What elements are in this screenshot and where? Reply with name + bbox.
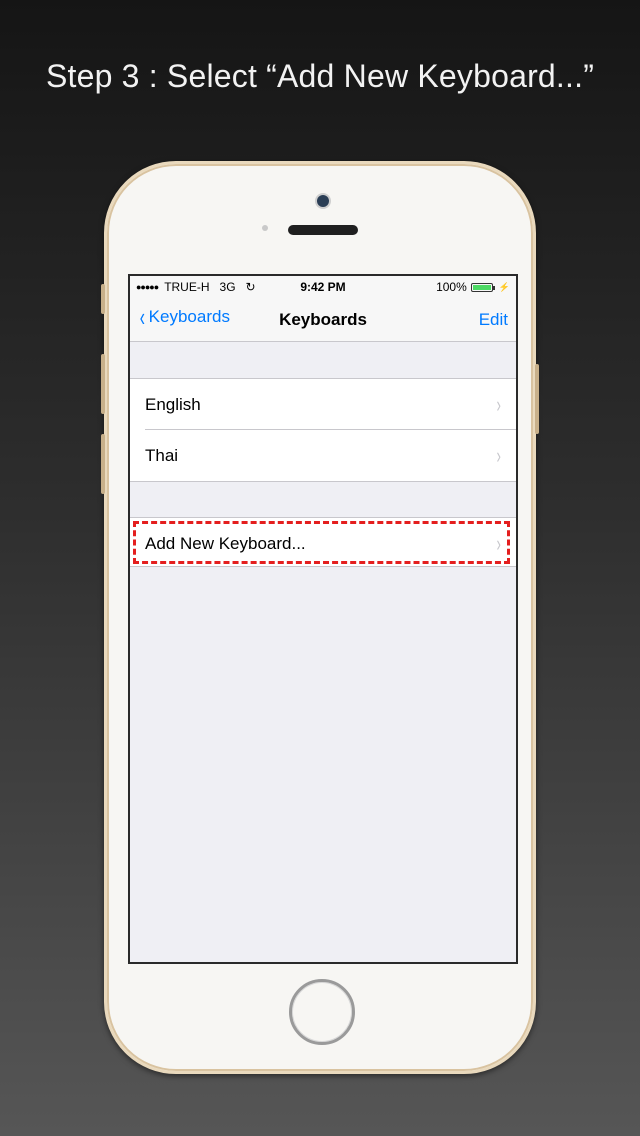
battery-percent: 100% [436,280,467,294]
list-item-thai[interactable]: Thai › [130,430,516,481]
volume-down-button [101,434,105,494]
list-item-english[interactable]: English › [130,379,516,430]
proximity-sensor [262,225,268,231]
phone-frame: ●●●●● TRUE-H 3G ↻ 9:42 PM 100% ⚡ ‹ Keybo… [101,161,539,1074]
chevron-right-icon: › [496,531,501,556]
navigation-bar: ‹ Keyboards Keyboards Edit [130,298,516,342]
charging-icon: ⚡ [498,281,510,292]
earpiece-speaker [288,225,358,235]
keyboard-label: English [145,395,201,414]
add-keyboard-group: Add New Keyboard... › [130,517,516,567]
chevron-right-icon: › [496,443,501,468]
step-headline: Step 3 : Select “Add New Keyboard...” [45,58,595,94]
volume-up-button [101,354,105,414]
chevron-right-icon: › [496,392,501,417]
home-button[interactable] [289,979,355,1045]
add-new-keyboard-label: Add New Keyboard... [145,534,306,553]
edit-button[interactable]: Edit [479,310,508,330]
power-button [535,364,539,434]
page-title: Keyboards [279,310,367,329]
battery-icon [470,282,495,292]
keyboards-list: English › Thai › [130,378,516,482]
phone-screen: ●●●●● TRUE-H 3G ↻ 9:42 PM 100% ⚡ ‹ Keybo… [128,274,518,964]
status-bar: ●●●●● TRUE-H 3G ↻ 9:42 PM 100% ⚡ [130,276,516,298]
add-new-keyboard-row[interactable]: Add New Keyboard... › [130,518,516,566]
front-camera [317,195,329,207]
keyboard-label: Thai [145,446,179,465]
mute-switch [101,284,105,314]
